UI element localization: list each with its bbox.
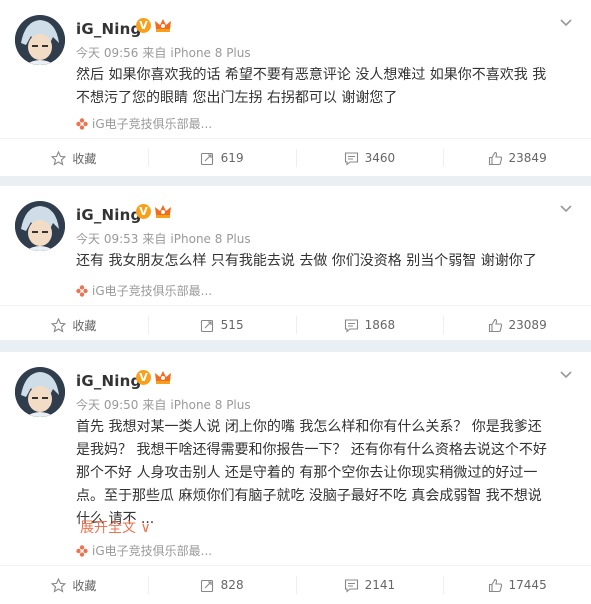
favorite-button[interactable]: 收藏 [0,306,148,344]
repost-count: 619 [220,151,244,165]
star-icon [51,577,67,593]
like-button[interactable]: 17445 [443,566,591,604]
comment-icon [344,318,358,333]
repost-count: 828 [220,578,244,592]
comment-count: 1868 [364,318,396,332]
post-time[interactable]: 今天 09:56 [76,46,138,60]
username[interactable]: iG_Ning [76,372,141,390]
device-label: iPhone 8 Plus [170,46,251,60]
username[interactable]: iG_Ning [76,206,141,224]
chevron-down-icon[interactable] [559,202,573,216]
crown-icon [155,19,171,32]
favorite-label: 收藏 [72,578,97,593]
repost-count: 515 [220,318,244,332]
comment-icon [344,151,358,166]
action-bar: 收藏 515 1868 23089 [0,306,591,344]
topic-source[interactable]: iG电子竞技俱乐部最... [76,115,212,132]
via-label: 来自 [142,232,167,246]
action-bar: 收藏 828 2141 17445 [0,566,591,604]
post-text: 然后 如果你喜欢我的话 希望不要有恶意评论 没人想难过 如果你不喜欢我 我不想污… [76,67,547,106]
post-time[interactable]: 今天 09:53 [76,232,138,246]
like-button[interactable]: 23849 [443,139,591,177]
source-label: iG电子竞技俱乐部最... [92,544,213,558]
avatar[interactable] [15,201,65,251]
post-card: iG_Ning V 今天 09:50 来自 iPhone 8 Plus 首先 我想对… [0,352,591,604]
repost-button[interactable]: 619 [147,139,296,177]
chevron-down-icon[interactable] [559,368,573,382]
post-card: iG_Ning V 今天 09:53 来自 iPhone 8 Plus 还有 我女朋… [0,186,591,340]
topic-source[interactable]: iG电子竞技俱乐部最... [76,282,212,299]
favorite-label: 收藏 [72,318,97,333]
via-label: 来自 [142,46,167,60]
flower-icon [76,117,88,130]
like-count: 23089 [508,318,547,332]
post-meta: 今天 09:56 来自 iPhone 8 Plus [76,44,255,61]
repost-icon [200,152,213,165]
like-count: 17445 [508,578,547,592]
post-card: iG_Ning V 今天 09:56 来自 iPhone 8 Plus 然后 如果你… [0,0,591,176]
favorite-button[interactable]: 收藏 [0,566,148,604]
post-text: 首先 我想对某一类人说 闭上你的嘴 我怎么样和你有什么关系？ 你是我爹还是我妈？… [76,419,547,527]
comment-icon [344,578,358,593]
repost-icon [200,319,213,332]
thumbs-up-icon [488,318,502,332]
comment-button[interactable]: 1868 [295,306,444,344]
comment-count: 2141 [364,578,396,592]
flower-icon [76,284,88,297]
post-time[interactable]: 今天 09:50 [76,398,138,412]
verified-badge-icon: V [136,204,151,219]
star-icon [51,150,67,166]
comment-button[interactable]: 2141 [295,566,444,604]
thumbs-up-icon [488,151,502,165]
topic-source[interactable]: iG电子竞技俱乐部最... [76,542,212,559]
like-button[interactable]: 23089 [443,306,591,344]
favorite-button[interactable]: 收藏 [0,139,148,177]
comment-button[interactable]: 3460 [295,139,444,177]
verified-badge-icon: V [136,18,151,33]
like-count: 23849 [508,151,547,165]
flower-icon [76,544,88,557]
thumbs-up-icon [488,578,502,592]
expand-full-text-link[interactable]: 展开全文 ∨ [80,517,151,537]
avatar[interactable] [15,15,65,65]
crown-icon [155,371,171,384]
source-label: iG电子竞技俱乐部最... [92,284,213,298]
post-meta: 今天 09:50 来自 iPhone 8 Plus [76,396,255,413]
repost-button[interactable]: 515 [147,306,296,344]
post-meta: 今天 09:53 来自 iPhone 8 Plus [76,230,255,247]
crown-icon [155,205,171,218]
comment-count: 3460 [364,151,396,165]
device-label: iPhone 8 Plus [170,232,251,246]
device-label: iPhone 8 Plus [170,398,251,412]
via-label: 来自 [142,398,167,412]
source-label: iG电子竞技俱乐部最... [92,117,213,131]
chevron-down-icon[interactable] [559,16,573,30]
repost-icon [200,579,213,592]
username[interactable]: iG_Ning [76,20,141,38]
verified-badge-icon: V [136,370,151,385]
avatar[interactable] [15,367,65,417]
favorite-label: 收藏 [72,151,97,166]
action-bar: 收藏 619 3460 23849 [0,139,591,177]
star-icon [51,317,67,333]
weibo-feed: iG_Ning V 今天 09:56 来自 iPhone 8 Plus 然后 如果你… [0,0,591,604]
post-text: 还有 我女朋友怎么样 只有我能去说 去做 你们没资格 别当个弱智 谢谢你了 [76,253,537,269]
repost-button[interactable]: 828 [147,566,296,604]
